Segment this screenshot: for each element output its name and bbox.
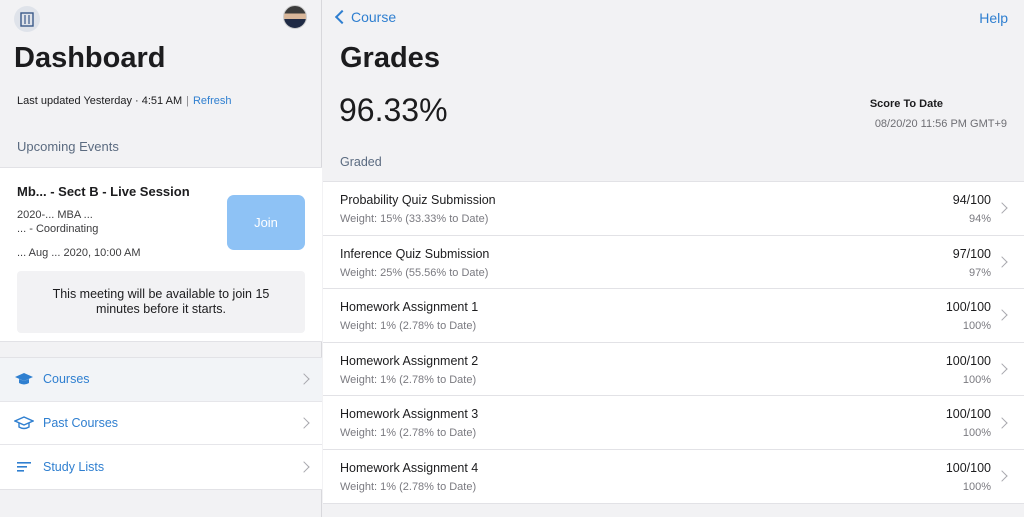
assignment-weight: Weight: 1% (2.78% to Date) [340, 480, 477, 493]
sidebar-item-label: Study Lists [43, 459, 105, 474]
assignment-percent: 94% [968, 213, 991, 225]
back-label: Course [351, 9, 397, 25]
score-to-date-label: Score To Date [869, 98, 943, 110]
institution-logo-icon[interactable] [14, 6, 40, 32]
assignment-weight: Weight: 25% (55.56% to Date) [340, 266, 489, 279]
assignment-percent: 100% [962, 320, 991, 333]
assignment-percent: 97% [968, 266, 991, 279]
join-button[interactable]: Join [227, 195, 305, 250]
assignment-percent: 100% [962, 480, 991, 493]
chevron-right-icon [996, 202, 1008, 214]
assignment-name: Homework Assignment 3 [340, 407, 479, 422]
event-title: Mb... - Sect B - Live Session [17, 184, 190, 199]
chevron-right-icon [298, 373, 310, 385]
assignment-weight: Weight: 1% (2.78% to Date) [340, 373, 477, 386]
event-datetime: ... Aug ... 2020, 10:00 AM [17, 247, 141, 259]
grades-list: Probability Quiz Submission Weight: 15% … [323, 181, 1024, 504]
graduation-cap-icon [14, 371, 34, 387]
refresh-link[interactable]: Refresh [193, 95, 232, 107]
assignment-weight: Weight: 1% (2.78% to Date) [340, 320, 477, 333]
sidebar-item-courses[interactable]: Courses [0, 358, 322, 402]
chevron-right-icon [996, 363, 1008, 375]
chevron-right-icon [996, 309, 1008, 322]
assignment-name: Homework Assignment 2 [340, 353, 479, 368]
score-to-date-value: 96.33% [339, 92, 448, 128]
grade-row[interactable]: Homework Assignment 3 Weight: 1% (2.78% … [323, 396, 1024, 450]
graduation-cap-outline-icon [14, 415, 34, 431]
assignment-name: Homework Assignment 1 [340, 300, 479, 315]
event-role: ... - Coordinating [17, 223, 99, 235]
assignment-points: 97/100 [952, 246, 991, 261]
grades-panel: Course Help Grades 96.33% Score To Date … [323, 0, 1024, 517]
page-title: Dashboard [14, 42, 166, 74]
graded-section-heading: Graded [340, 155, 382, 169]
assignment-points: 94/100 [952, 193, 991, 207]
assignment-percent: 100% [962, 427, 991, 440]
separator: | [186, 95, 189, 107]
back-button[interactable]: Course [334, 9, 397, 25]
meeting-notice: This meeting will be available to join 1… [17, 271, 305, 333]
grade-row[interactable]: Homework Assignment 4 Weight: 1% (2.78% … [323, 450, 1024, 504]
sidebar-item-past-courses[interactable]: Past Courses [0, 402, 322, 445]
chevron-right-icon [996, 256, 1008, 268]
assignment-name: Inference Quiz Submission [340, 246, 490, 261]
event-course: 2020-... MBA ... [17, 209, 93, 221]
last-updated-row: Last updated Yesterday · 4:51 AM | Refresh [17, 95, 232, 107]
sidebar-item-study-lists[interactable]: Study Lists [0, 445, 322, 489]
score-date: 08/20/20 11:56 PM GMT+9 [874, 118, 1007, 130]
grade-row[interactable]: Probability Quiz Submission Weight: 15% … [323, 182, 1024, 236]
chevron-right-icon [996, 417, 1008, 429]
chevron-right-icon [298, 461, 310, 473]
sidebar-item-label: Past Courses [43, 415, 119, 430]
grades-title: Grades [340, 42, 440, 74]
grade-row[interactable]: Inference Quiz Submission Weight: 25% (5… [323, 236, 1024, 290]
last-updated-text: Last updated Yesterday · 4:51 AM [17, 95, 183, 107]
assignment-name: Homework Assignment 4 [340, 460, 479, 475]
list-icon [14, 459, 34, 475]
assignment-points: 100/100 [945, 353, 991, 368]
assignment-weight: Weight: 15% (33.33% to Date) [340, 213, 489, 225]
chevron-right-icon [298, 417, 310, 429]
event-card[interactable]: Mb... - Sect B - Live Session 2020-... M… [0, 167, 322, 342]
chevron-left-icon [334, 9, 350, 25]
assignment-points: 100/100 [945, 407, 991, 422]
avatar[interactable] [283, 5, 307, 29]
upcoming-events-heading: Upcoming Events [17, 139, 119, 154]
grade-row[interactable]: Homework Assignment 1 Weight: 1% (2.78% … [323, 289, 1024, 343]
sidebar-nav: Courses Past Courses Study Lists [0, 357, 322, 490]
assignment-weight: Weight: 1% (2.78% to Date) [340, 427, 477, 440]
chevron-right-icon [996, 470, 1008, 482]
assignment-percent: 100% [962, 373, 991, 386]
sidebar-item-label: Courses [43, 372, 90, 387]
assignment-points: 100/100 [945, 300, 991, 315]
help-link[interactable]: Help [979, 10, 1008, 26]
assignment-name: Probability Quiz Submission [340, 193, 496, 207]
grade-row[interactable]: Homework Assignment 2 Weight: 1% (2.78% … [323, 343, 1024, 397]
left-panel: Dashboard Last updated Yesterday · 4:51 … [0, 0, 322, 517]
assignment-points: 100/100 [945, 460, 991, 475]
